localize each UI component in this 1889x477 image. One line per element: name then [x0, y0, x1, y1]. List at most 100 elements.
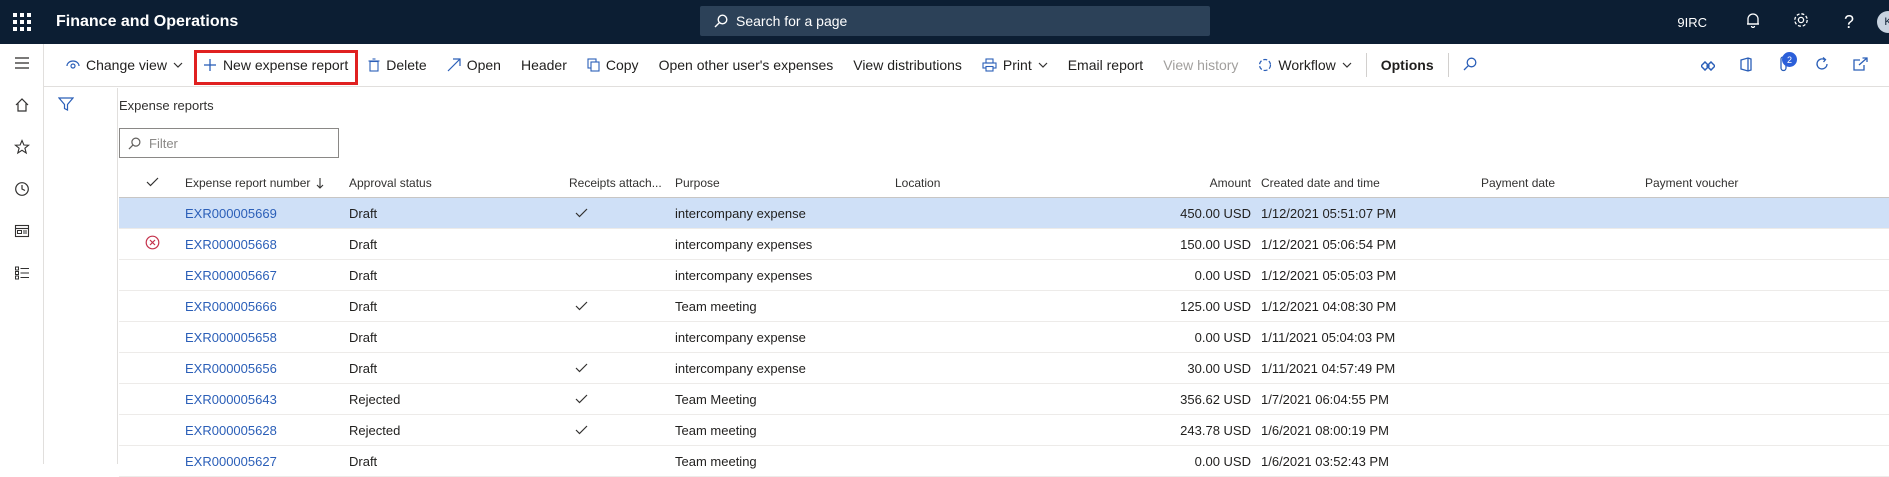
nav-expand-button[interactable]	[0, 44, 44, 86]
expense-report-number-link[interactable]: EXR000005668	[185, 237, 349, 252]
table-row[interactable]: EXR000005658 Draft intercompany expense 0.0…	[119, 322, 1889, 353]
avatar[interactable]: K	[1877, 11, 1889, 33]
error-icon	[145, 235, 160, 253]
expense-report-number-link[interactable]: EXR000005667	[185, 268, 349, 283]
column-header-purpose[interactable]: Purpose	[675, 176, 895, 190]
view-history-label: View history	[1163, 57, 1239, 73]
approval-status-cell: Rejected	[349, 422, 401, 438]
table-row[interactable]: EXR000005627 Draft Team meeting 0.00 USD 1/6…	[119, 446, 1889, 477]
open-in-new-window-button[interactable]	[1841, 44, 1879, 87]
view-distributions-button[interactable]: View distributions	[843, 44, 972, 87]
purpose-cell: Team meeting	[675, 453, 757, 469]
action-search-button[interactable]	[1453, 44, 1487, 87]
column-header-number[interactable]: Expense report number	[185, 176, 349, 190]
expense-report-number-link[interactable]: EXR000005658	[185, 330, 349, 345]
table-row[interactable]: EXR000005656 Draft intercompany expense 30.…	[119, 353, 1889, 384]
amount-cell: 125.00 USD	[1180, 298, 1251, 314]
home-icon	[14, 97, 30, 118]
workflow-button[interactable]: Workflow	[1248, 44, 1361, 87]
delete-button[interactable]: Delete	[358, 44, 436, 87]
company-picker[interactable]: 9IRC	[1677, 15, 1707, 30]
app-title[interactable]: Finance and Operations	[56, 13, 238, 31]
refresh-button[interactable]	[1803, 44, 1841, 87]
table-row[interactable]: EXR000005666 Draft Team meeting 125.00 USD 1…	[119, 291, 1889, 322]
open-other-users-expenses-button[interactable]: Open other user's expenses	[649, 44, 844, 87]
nav-favorites[interactable]	[0, 128, 44, 170]
search-input[interactable]: Search for a page	[700, 6, 1210, 36]
checkmark-icon	[575, 363, 588, 373]
change-view-button[interactable]: Change view	[56, 44, 193, 87]
amount-cell: 0.00 USD	[1194, 329, 1251, 345]
email-report-button[interactable]: Email report	[1058, 44, 1153, 87]
approval-status-cell: Draft	[349, 267, 378, 283]
table-row[interactable]: EXR000005668 Draft intercompany expenses 15…	[119, 229, 1889, 260]
expense-report-number-link[interactable]: EXR000005627	[185, 454, 349, 469]
open-button[interactable]: Open	[437, 44, 511, 87]
power-apps-button[interactable]	[1689, 44, 1727, 87]
divider	[1365, 53, 1367, 77]
nav-modules[interactable]	[0, 254, 44, 296]
chevron-down-icon	[173, 62, 183, 68]
page-title: Expense reports	[119, 98, 214, 113]
column-header-status[interactable]: Approval status	[349, 176, 569, 190]
expense-report-number-link[interactable]: EXR000005628	[185, 423, 349, 438]
expense-report-number-link[interactable]: EXR000005669	[185, 206, 349, 221]
print-button[interactable]: Print	[972, 44, 1058, 87]
approval-status-cell: Rejected	[349, 391, 401, 407]
trash-icon	[368, 58, 380, 72]
row-selector[interactable]	[119, 235, 185, 253]
email-report-label: Email report	[1067, 57, 1144, 73]
receipts-attached-cell	[569, 363, 675, 373]
chevron-down-icon	[1038, 62, 1048, 68]
column-header-payment-date[interactable]: Payment date	[1481, 176, 1645, 190]
filter-pane-toggle-column	[44, 88, 118, 464]
amount-cell: 0.00 USD	[1194, 453, 1251, 469]
created-cell: 1/12/2021 04:08:30 PM	[1261, 298, 1397, 314]
quick-filter-input[interactable]: Filter	[119, 128, 339, 158]
expense-report-number-link[interactable]: EXR000005666	[185, 299, 349, 314]
table-row[interactable]: EXR000005669 Draft intercompany expense 450…	[119, 198, 1889, 229]
column-header-location[interactable]: Location	[895, 176, 1075, 190]
checkmark-icon	[575, 394, 588, 404]
table-row[interactable]: EXR000005628 Rejected Team meeting 243.78 U…	[119, 415, 1889, 446]
column-header-created[interactable]: Created date and time	[1261, 176, 1481, 190]
open-arrow-icon	[447, 58, 461, 72]
delete-label: Delete	[386, 57, 427, 73]
attachments-button[interactable]: 2	[1765, 44, 1803, 87]
table-row[interactable]: EXR000005667 Draft intercompany expenses 0.…	[119, 260, 1889, 291]
help-button[interactable]: ?	[1825, 0, 1873, 44]
settings-button[interactable]	[1777, 0, 1825, 44]
column-header-receipts[interactable]: Receipts attach...	[569, 176, 675, 190]
header-button[interactable]: Header	[511, 44, 577, 87]
view-history-button[interactable]: View history	[1153, 44, 1248, 87]
expense-report-number-link[interactable]: EXR000005656	[185, 361, 349, 376]
nav-home[interactable]	[0, 86, 44, 128]
notifications-button[interactable]	[1729, 0, 1777, 44]
created-cell: 1/7/2021 06:04:55 PM	[1261, 391, 1389, 407]
nav-workspaces[interactable]	[0, 212, 44, 254]
popout-icon	[1852, 57, 1868, 74]
purpose-cell: intercompany expenses	[675, 267, 813, 283]
office-button[interactable]	[1727, 44, 1765, 87]
copy-button[interactable]: Copy	[577, 44, 649, 87]
filter-pane-button[interactable]	[57, 96, 75, 117]
new-expense-report-button[interactable]: New expense report	[193, 44, 359, 87]
sort-descending-icon	[316, 177, 324, 189]
question-icon: ?	[1843, 11, 1854, 32]
column-header-amount[interactable]: Amount	[1075, 176, 1261, 190]
app-launcher-button[interactable]	[0, 0, 44, 44]
search-icon	[128, 137, 141, 150]
expense-report-number-link[interactable]: EXR000005643	[185, 392, 349, 407]
nav-recent[interactable]	[0, 170, 44, 212]
checkmark-icon	[146, 176, 159, 190]
column-header-payment-voucher[interactable]: Payment voucher	[1645, 176, 1845, 190]
checkmark-icon	[575, 425, 588, 435]
table-row[interactable]: EXR000005643 Rejected Team Meeting 356.62 U…	[119, 384, 1889, 415]
options-tab[interactable]: Options	[1371, 44, 1444, 87]
options-label: Options	[1380, 57, 1434, 73]
created-cell: 1/11/2021 04:57:49 PM	[1261, 360, 1396, 376]
approval-status-cell: Draft	[349, 298, 378, 314]
select-all-checkbox[interactable]	[119, 176, 185, 190]
grid-header-row: Expense report number Approval status Re…	[119, 168, 1889, 198]
filter-placeholder: Filter	[149, 135, 178, 151]
